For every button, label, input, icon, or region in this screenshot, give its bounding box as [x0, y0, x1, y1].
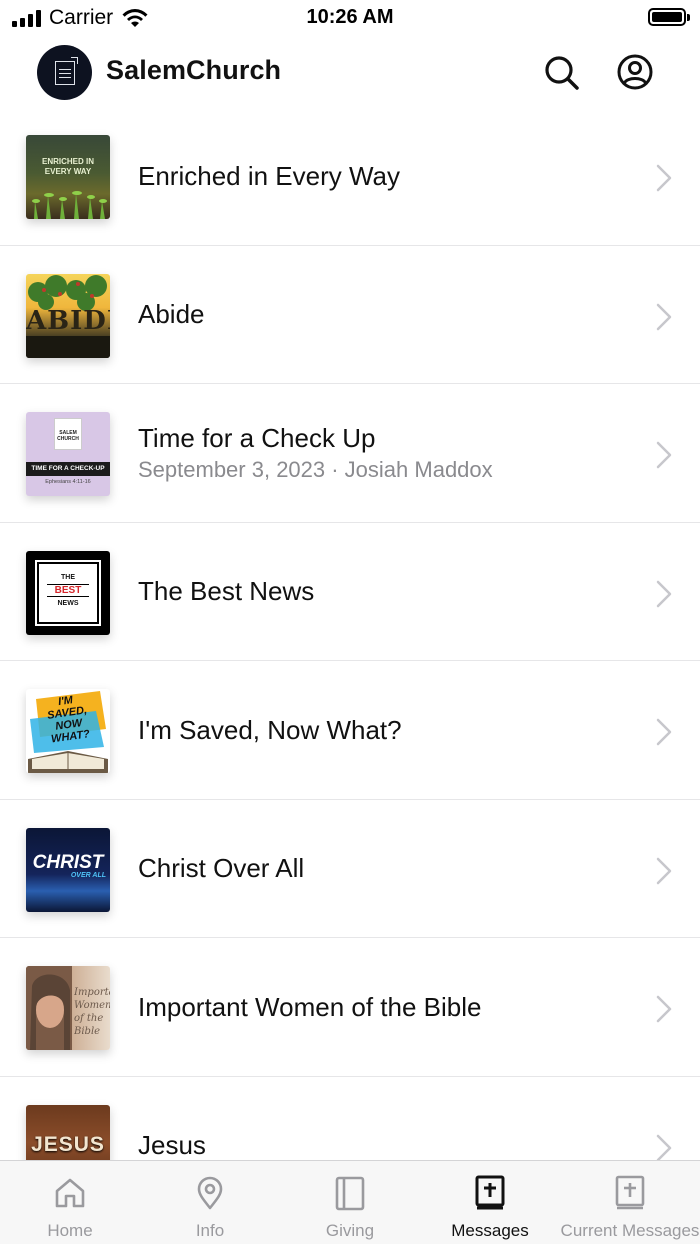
message-text: Enriched in Every Way: [138, 107, 400, 245]
status-bar: Carrier 10:26 AM: [0, 0, 700, 36]
message-text: I'm Saved, Now What?: [138, 661, 402, 799]
tab-bar: Home Info Giving Messages Current Messag…: [0, 1160, 700, 1244]
messages-list[interactable]: ENRICHED IN EVERY WAY Enriched in Every …: [0, 107, 700, 1160]
chevron-right-icon: [656, 995, 672, 1023]
message-text: Christ Over All: [138, 800, 304, 938]
message-title: Time for a Check Up: [138, 423, 376, 453]
message-row[interactable]: THE BEST NEWS The Best News: [0, 523, 700, 661]
chevron-right-icon: [656, 303, 672, 330]
thumbnail-caption: CHRIST: [32, 851, 104, 873]
home-icon: [55, 1178, 85, 1208]
message-thumbnail: THE BEST NEWS: [26, 550, 110, 635]
thumbnail-caption: JESUS: [31, 1132, 105, 1156]
book-icon: [335, 1176, 365, 1211]
message-thumbnail: I'M SAVED, NOW WHAT?: [26, 689, 110, 773]
chevron-right-icon: [656, 580, 672, 607]
app-header: SalemChurch: [0, 40, 700, 106]
thumbnail-scripture: Ephesians 4:11-16: [45, 479, 91, 485]
thumbnail-logo-text: SALEM CHURCH: [57, 430, 79, 442]
message-thumbnail: JESUS: [26, 1104, 110, 1160]
tab-label: Info: [195, 1221, 225, 1240]
message-text: Jesus: [138, 1077, 206, 1160]
thumbnail-caption: ABIDE: [26, 305, 110, 336]
message-row[interactable]: ENRICHED IN EVERY WAY Enriched in Every …: [0, 107, 700, 246]
app-title: SalemChurch: [106, 55, 282, 85]
message-subtitle: September 3, 2023 · Josiah Maddox: [138, 457, 493, 482]
tab-label: Messages: [451, 1221, 529, 1240]
tab-messages[interactable]: Messages: [420, 1161, 560, 1244]
message-title: I'm Saved, Now What?: [138, 714, 402, 745]
message-text: The Best News: [138, 523, 314, 661]
bible-icon: [475, 1175, 505, 1210]
thumbnail-banner: TIME FOR A CHECK-UP: [26, 462, 110, 476]
tab-label: Current Messages: [560, 1221, 700, 1240]
thumbnail-caption: ENRICHED IN EVERY WAY: [41, 157, 94, 176]
thumbnail-caption: TIME FOR A CHECK-UP: [31, 465, 105, 472]
message-thumbnail: CHRIST OVER ALL: [26, 827, 110, 912]
message-row[interactable]: Important Women of the Bible Important W…: [0, 938, 700, 1077]
message-thumbnail: SALEM CHURCH TIME FOR A CHECK-UP Ephesia…: [26, 412, 110, 496]
message-row[interactable]: ABIDE Abide: [0, 246, 700, 384]
thumbnail-line: THE: [61, 573, 75, 581]
message-text: Important Women of the Bible: [138, 938, 481, 1076]
tab-label: Home: [47, 1221, 93, 1240]
message-row[interactable]: I'M SAVED, NOW WHAT? I'm Saved, Now What…: [0, 661, 700, 800]
message-thumbnail: ENRICHED IN EVERY WAY: [26, 135, 110, 219]
tab-label: Giving: [325, 1221, 375, 1240]
message-text: Abide: [138, 246, 205, 384]
logo-mark-icon: [54, 56, 78, 85]
thumbnail-line: BEST: [47, 583, 89, 597]
message-title: The Best News: [138, 576, 315, 606]
message-row[interactable]: CHRIST OVER ALL Christ Over All: [0, 800, 700, 938]
tab-current-messages[interactable]: Current Messages: [560, 1161, 700, 1244]
search-icon[interactable]: [541, 52, 581, 92]
message-title: Christ Over All: [138, 853, 305, 883]
church-logo[interactable]: [37, 45, 92, 100]
message-title: Enriched in Every Way: [138, 160, 401, 191]
thumbnail-line: NEWS: [57, 599, 79, 607]
chevron-right-icon: [656, 441, 672, 469]
thumbnail-subcaption: OVER ALL: [70, 871, 106, 879]
message-title: Important Women of the Bible: [138, 991, 482, 1022]
message-thumbnail: ABIDE: [26, 273, 110, 358]
thumbnail-card: THE BEST NEWS: [35, 559, 101, 626]
profile-icon[interactable]: [615, 52, 655, 92]
chevron-right-icon: [656, 1134, 672, 1160]
thumbnail-caption-block: I'M SAVED, NOW WHAT?: [37, 691, 99, 746]
message-row[interactable]: JESUS Jesus: [0, 1077, 700, 1160]
battery-fill: [652, 12, 682, 22]
status-time: 10:26 AM: [306, 6, 394, 28]
bible-icon: [615, 1175, 645, 1210]
chevron-right-icon: [656, 164, 672, 192]
message-title: Abide: [138, 299, 205, 329]
sprouts-illustration: [32, 191, 107, 219]
church-logo-badge: SALEM CHURCH: [54, 418, 82, 450]
location-pin-icon: [197, 1176, 223, 1210]
chevron-right-icon: [656, 718, 672, 746]
message-thumbnail: Important Women of the Bible: [26, 966, 110, 1050]
message-row[interactable]: SALEM CHURCH TIME FOR A CHECK-UP Ephesia…: [0, 384, 700, 523]
battery-icon: [648, 8, 690, 26]
message-title: Jesus: [138, 1130, 206, 1160]
tab-home[interactable]: Home: [0, 1161, 140, 1244]
message-text: Time for a Check Up September 3, 2023 · …: [138, 384, 493, 522]
tab-info[interactable]: Info: [140, 1161, 280, 1244]
chevron-right-icon: [656, 857, 672, 884]
tab-giving[interactable]: Giving: [280, 1161, 420, 1244]
thumbnail-caption: Important Women of the Bible: [74, 987, 110, 1036]
